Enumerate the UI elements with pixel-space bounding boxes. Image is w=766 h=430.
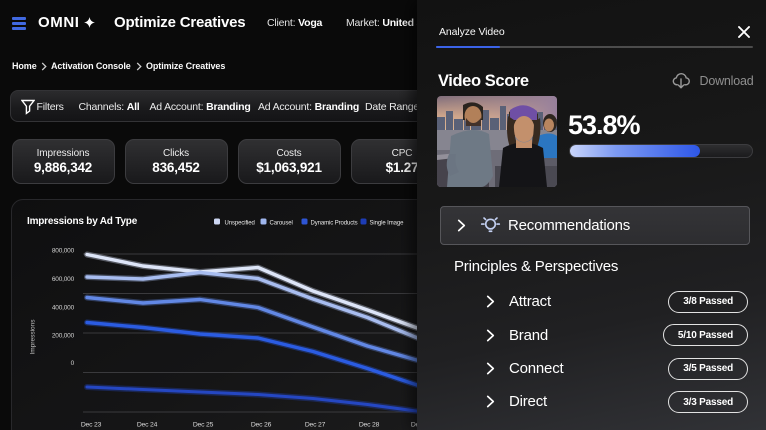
svg-text:Dec 27: Dec 27 bbox=[305, 422, 326, 429]
svg-text:Carousel: Carousel bbox=[270, 220, 293, 226]
svg-text:400,000: 400,000 bbox=[52, 305, 75, 312]
svg-text:0: 0 bbox=[71, 360, 75, 367]
svg-text:800,000: 800,000 bbox=[52, 248, 75, 255]
svg-text:200,000: 200,000 bbox=[52, 332, 75, 339]
svg-text:Impressions by Ad Type: Impressions by Ad Type bbox=[27, 216, 138, 227]
svg-text:Dec 26: Dec 26 bbox=[251, 422, 272, 429]
svg-text:Dec 23: Dec 23 bbox=[81, 422, 102, 429]
svg-text:600,000: 600,000 bbox=[52, 276, 75, 283]
svg-text:Dec 24: Dec 24 bbox=[137, 422, 158, 429]
svg-text:Dec 28: Dec 28 bbox=[359, 422, 380, 429]
svg-text:Unspecified: Unspecified bbox=[225, 220, 255, 226]
svg-text:Dynamic Products: Dynamic Products bbox=[311, 220, 358, 226]
svg-text:Impressions: Impressions bbox=[30, 319, 37, 355]
svg-text:Single Image: Single Image bbox=[370, 220, 405, 226]
svg-text:Dec 25: Dec 25 bbox=[193, 422, 214, 429]
